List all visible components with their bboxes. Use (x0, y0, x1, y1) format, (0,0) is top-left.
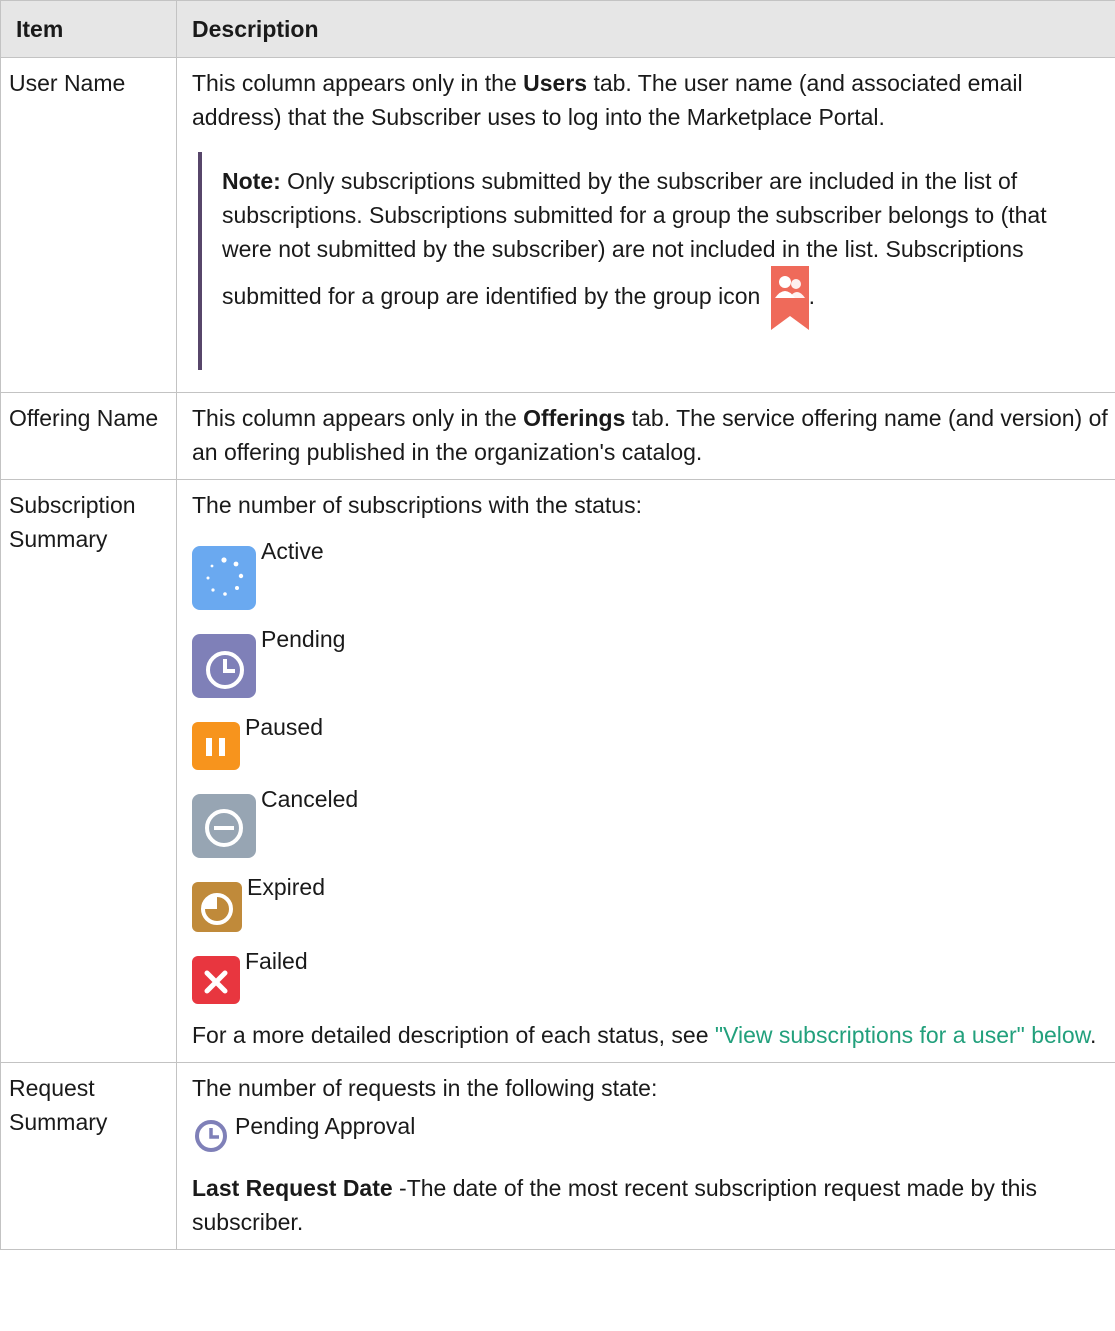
status-row-pending-approval: Pending Approval (192, 1109, 1115, 1155)
status-label: Expired (247, 874, 325, 900)
status-label: Failed (245, 948, 308, 974)
item-cell: Offering Name (0, 392, 177, 480)
note-block: Note: Only subscriptions submitted by th… (198, 152, 1115, 370)
description-text: The number of requests in the following … (192, 1075, 658, 1101)
description-cell: This column appears only in the Users ta… (176, 57, 1115, 393)
description-cell: The number of requests in the following … (176, 1062, 1115, 1250)
failed-icon (192, 956, 240, 1004)
status-label: Active (261, 538, 324, 564)
description-cell: The number of subscriptions with the sta… (176, 479, 1115, 1063)
item-cell: User Name (0, 57, 177, 393)
table-row: Subscription Summary The number of subsc… (0, 479, 1115, 1063)
status-label: Canceled (261, 786, 359, 812)
header-item: Item (0, 0, 177, 58)
pending-clock-icon (192, 634, 256, 698)
status-row-canceled: Canceled (192, 782, 1115, 858)
group-icon (770, 266, 809, 330)
note-label: Note: (222, 168, 281, 194)
state-label: Pending Approval (235, 1113, 416, 1139)
last-request-text: Last Request Date -The date of the most … (192, 1175, 1037, 1235)
description-text: The number of subscriptions with the sta… (192, 492, 642, 518)
header-description: Description (176, 0, 1115, 58)
items-table: Item Description User Name This column a… (0, 0, 1115, 1250)
status-row-failed: Failed (192, 944, 1115, 1004)
status-row-active: Active (192, 534, 1115, 610)
view-subscriptions-link[interactable]: "View subscriptions for a user" below (715, 1022, 1090, 1048)
status-row-paused: Paused (192, 710, 1115, 770)
item-cell: Subscription Summary (0, 479, 177, 1063)
item-cell: Request Summary (0, 1062, 177, 1250)
active-icon (192, 546, 256, 610)
status-row-expired: Expired (192, 870, 1115, 932)
table-header-row: Item Description (0, 0, 1115, 58)
status-label: Pending (261, 626, 346, 652)
status-label: Paused (245, 714, 324, 740)
bold-term: Offerings (523, 405, 626, 431)
more-info-text: For a more detailed description of each … (192, 1022, 1097, 1048)
bold-term: Last Request Date (192, 1175, 393, 1201)
table-row: User Name This column appears only in th… (0, 57, 1115, 393)
description-cell: This column appears only in the Offering… (176, 392, 1115, 480)
status-row-pending: Pending (192, 622, 1115, 698)
paused-icon (192, 722, 240, 770)
note-text: Only subscriptions submitted by the subs… (222, 168, 1047, 310)
description-text: This column appears only in the Offering… (192, 405, 1108, 465)
description-text: This column appears only in the Users ta… (192, 70, 1023, 130)
canceled-icon (192, 794, 256, 858)
table-row: Offering Name This column appears only i… (0, 392, 1115, 480)
bold-term: Users (523, 70, 588, 96)
expired-icon (192, 882, 242, 932)
pending-approval-clock-icon (192, 1117, 230, 1155)
table-row: Request Summary The number of requests i… (0, 1062, 1115, 1250)
